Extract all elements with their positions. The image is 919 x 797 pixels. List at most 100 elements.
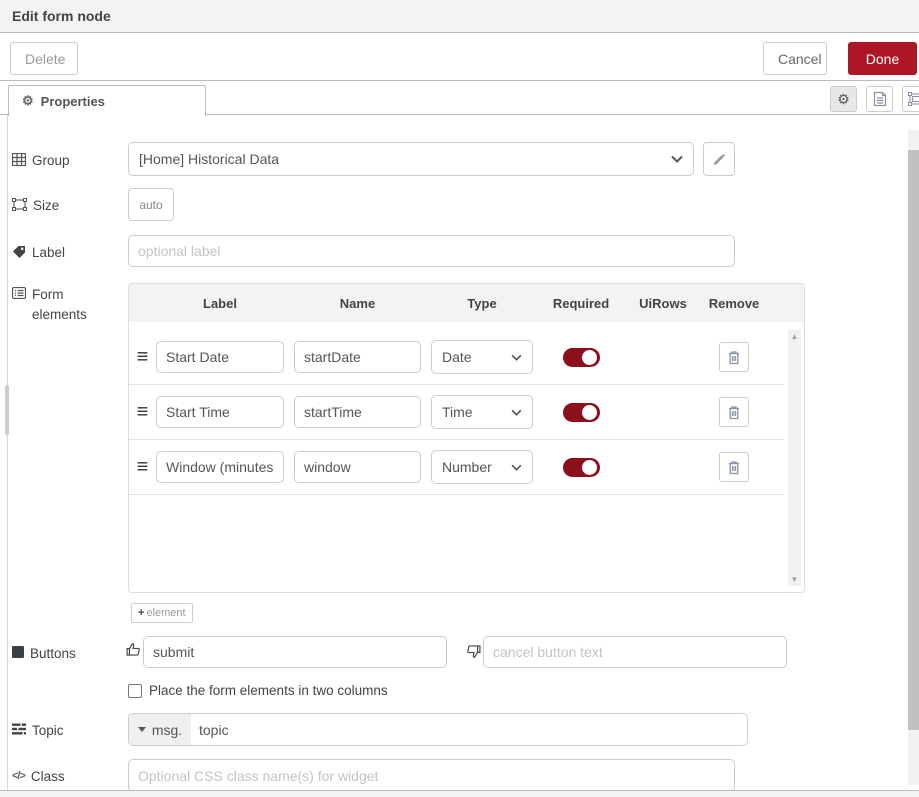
- topic-prefix-label: msg.: [152, 722, 182, 738]
- remove-element-button[interactable]: [719, 452, 749, 482]
- element-type-select[interactable]: Date: [431, 340, 533, 374]
- dialog-title: Edit form node: [12, 8, 111, 24]
- drag-handle-icon[interactable]: ≡: [129, 402, 156, 422]
- two-columns-checkbox[interactable]: [128, 684, 142, 698]
- tasks-icon: [12, 723, 26, 735]
- column-header-remove: Remove: [697, 296, 771, 311]
- properties-panel: Group [Home] Historical Data Size: [0, 115, 919, 790]
- chevron-down-icon: [511, 409, 522, 416]
- table-row: ≡ Time: [129, 385, 784, 440]
- topic-typed-input: msg.: [128, 713, 748, 746]
- square-icon: [12, 646, 24, 658]
- dialog-header: Edit form node: [0, 0, 919, 33]
- add-element-button[interactable]: +element: [131, 603, 193, 623]
- chevron-down-icon: [511, 464, 522, 471]
- scrollbar-thumb[interactable]: [908, 150, 919, 730]
- toggle-knob: [582, 405, 597, 420]
- topic-field-label: Topic: [12, 721, 120, 741]
- settings-gear-button[interactable]: ⚙: [830, 86, 857, 112]
- element-name-input[interactable]: [294, 396, 421, 428]
- element-type-select[interactable]: Time: [431, 395, 533, 429]
- element-label-input[interactable]: [156, 451, 284, 483]
- topic-input[interactable]: [191, 714, 747, 745]
- tab-properties[interactable]: ⚙ Properties: [8, 85, 206, 116]
- table-row: ≡ Date: [129, 330, 784, 385]
- scroll-down-icon[interactable]: ▼: [791, 575, 799, 584]
- drag-handle-icon[interactable]: ≡: [129, 347, 156, 367]
- layout-button[interactable]: [902, 86, 919, 112]
- list-alt-icon: [12, 287, 26, 299]
- form-elements-field-label: Form elements: [12, 285, 120, 324]
- tab-properties-label: Properties: [41, 94, 105, 109]
- remove-element-button[interactable]: [719, 397, 749, 427]
- column-header-type: Type: [431, 296, 533, 311]
- element-type-select[interactable]: Number: [431, 450, 533, 484]
- two-columns-label: Place the form elements in two columns: [149, 683, 388, 698]
- tray-resize-grip[interactable]: [5, 385, 9, 435]
- label-field-label: Label: [12, 243, 120, 263]
- element-name-input[interactable]: [294, 341, 421, 373]
- column-header-name: Name: [294, 296, 421, 311]
- trash-icon: [727, 405, 741, 420]
- chevron-down-icon: [671, 155, 683, 163]
- object-group-icon: [908, 92, 919, 106]
- gear-icon: ⚙: [837, 91, 850, 108]
- class-input[interactable]: [128, 759, 735, 792]
- element-label-input[interactable]: [156, 341, 284, 373]
- group-select-value: [Home] Historical Data: [139, 151, 279, 167]
- cancel-button-text-input[interactable]: [483, 636, 787, 668]
- cancel-button[interactable]: Cancel: [763, 42, 827, 75]
- trash-icon: [727, 460, 741, 475]
- form-table-header: Label Name Type Required UiRows Remove: [129, 284, 804, 322]
- description-button[interactable]: [866, 86, 893, 112]
- tray-bottom-bar[interactable]: [0, 790, 919, 797]
- tray-edge: [7, 115, 8, 790]
- toggle-knob: [582, 460, 597, 475]
- done-button[interactable]: Done: [848, 42, 917, 75]
- element-name-input[interactable]: [294, 451, 421, 483]
- pencil-icon: [712, 152, 726, 166]
- edit-group-button[interactable]: [703, 142, 735, 176]
- element-label-input[interactable]: [156, 396, 284, 428]
- drag-handle-icon[interactable]: ≡: [129, 457, 156, 477]
- table-row: ≡ Number: [129, 440, 784, 495]
- table-icon: [12, 153, 26, 166]
- chevron-down-icon: [511, 354, 522, 361]
- edit-form-node-dialog: Edit form node Delete Cancel Done ⚙ Prop…: [0, 0, 919, 797]
- caret-down-icon: [138, 727, 146, 732]
- thumbs-up-icon: [126, 642, 141, 657]
- class-field-label: </> Class: [12, 767, 120, 787]
- gear-icon: ⚙: [22, 93, 34, 109]
- tabbar-buttons: ⚙: [830, 86, 919, 112]
- required-toggle[interactable]: [563, 458, 600, 477]
- toggle-knob: [582, 350, 597, 365]
- group-select[interactable]: [Home] Historical Data: [128, 142, 694, 176]
- document-icon: [873, 91, 887, 107]
- required-toggle[interactable]: [563, 403, 600, 422]
- submit-button-text-input[interactable]: [143, 636, 447, 668]
- topic-type-selector[interactable]: msg.: [129, 714, 191, 745]
- main-scrollbar[interactable]: [908, 130, 919, 785]
- object-group-icon: [12, 198, 27, 211]
- scroll-up-icon[interactable]: ▲: [791, 332, 799, 341]
- label-input[interactable]: [128, 235, 735, 267]
- column-header-label: Label: [156, 296, 284, 311]
- size-field-label: Size: [12, 196, 120, 216]
- dialog-toolbar: Delete Cancel Done: [0, 33, 919, 81]
- group-field-label: Group: [12, 151, 120, 171]
- tag-icon: [12, 245, 26, 259]
- size-auto-button[interactable]: auto: [128, 188, 174, 221]
- table-scrollbar[interactable]: ▲ ▼: [788, 330, 801, 586]
- column-header-required: Required: [533, 296, 629, 311]
- buttons-field-label: Buttons: [12, 644, 120, 664]
- code-icon: </>: [12, 769, 25, 785]
- thumbs-down-icon: [466, 644, 481, 659]
- remove-element-button[interactable]: [719, 342, 749, 372]
- column-header-uirows: UiRows: [629, 296, 697, 311]
- delete-button[interactable]: Delete: [10, 42, 78, 75]
- plus-icon: +: [138, 607, 144, 619]
- trash-icon: [727, 350, 741, 365]
- form-table-body: ≡ Date: [129, 322, 804, 593]
- tab-bar: ⚙ Properties ⚙: [0, 81, 919, 115]
- required-toggle[interactable]: [563, 348, 600, 367]
